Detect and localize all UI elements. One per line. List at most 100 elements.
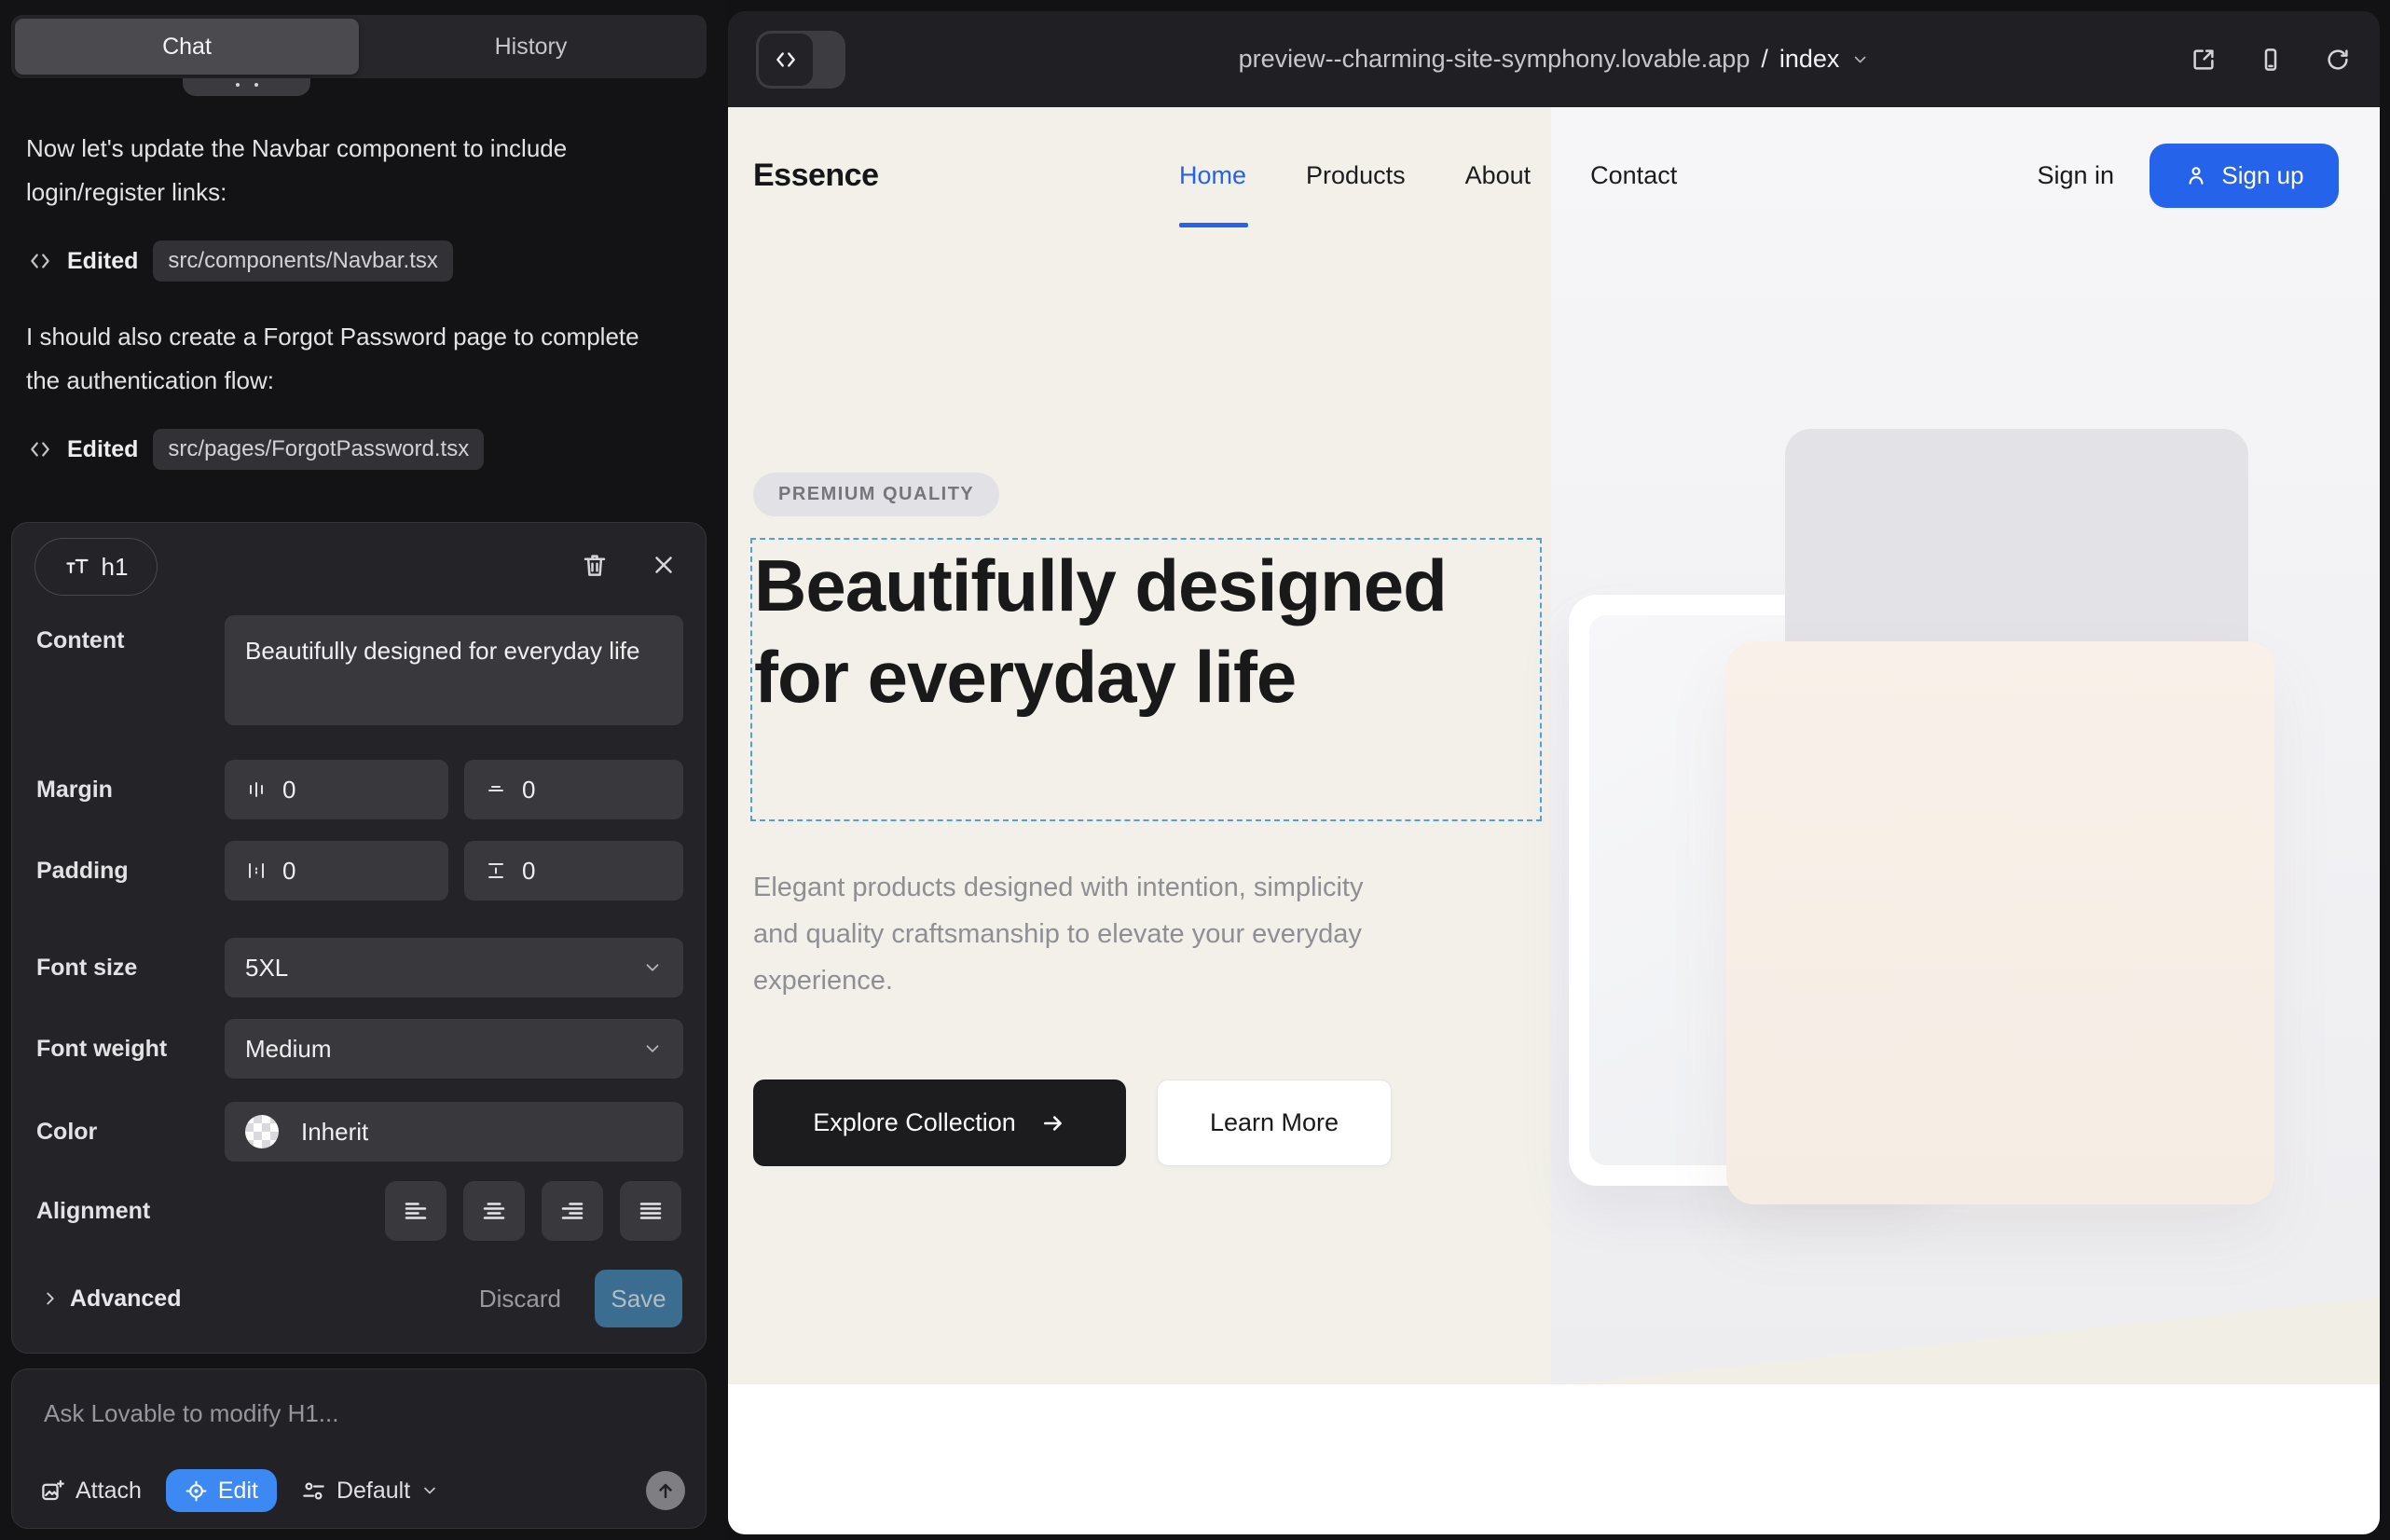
arrow-up-icon <box>654 1479 677 1502</box>
content-input[interactable]: Beautifully designed for everyday life <box>225 615 683 725</box>
align-left-icon <box>402 1197 430 1225</box>
chevron-down-icon <box>420 1481 439 1500</box>
padding-x-input[interactable]: 0 <box>225 841 448 901</box>
padding-horizontal-icon <box>245 859 268 882</box>
site-viewport: Essence Home Products About Contact Sign… <box>728 107 2380 1534</box>
advanced-toggle[interactable]: Advanced <box>40 1286 181 1313</box>
arrow-right-icon <box>1040 1110 1066 1136</box>
hero-description: Elegant products designed with intention… <box>753 864 1406 1004</box>
delete-element-button[interactable] <box>579 549 611 581</box>
assistant-message: Now let's update the Navbar component to… <box>26 127 679 214</box>
code-view-segment[interactable] <box>759 34 813 86</box>
mode-label: Default <box>337 1478 410 1505</box>
url-page-select[interactable]: index <box>1779 45 1840 74</box>
panel-tabs: Chat History <box>11 15 707 78</box>
element-style-editor: h1 Content Beautifully designed for ever… <box>11 522 707 1354</box>
code-icon <box>28 249 52 273</box>
url-domain: preview--charming-site-symphony.lovable.… <box>1239 45 1751 74</box>
alignment-options <box>385 1181 681 1241</box>
padding-y-value: 0 <box>522 857 535 886</box>
attach-button[interactable]: Attach <box>40 1478 142 1505</box>
url-bar[interactable]: preview--charming-site-symphony.lovable.… <box>1239 11 1870 107</box>
composer-toolbar: Attach Edit Default <box>40 1468 685 1513</box>
chevron-down-icon <box>642 1038 663 1059</box>
attach-label: Attach <box>76 1478 142 1505</box>
edited-file-chip[interactable]: src/components/Navbar.tsx <box>153 241 452 282</box>
chevron-down-icon <box>642 957 663 978</box>
learn-more-button[interactable]: Learn More <box>1157 1079 1392 1166</box>
selected-h1-outline[interactable]: Beautifully designed for everyday life <box>750 538 1542 821</box>
hero-heading[interactable]: Beautifully designed for everyday life <box>754 540 1453 722</box>
chevron-right-icon <box>40 1288 61 1309</box>
padding-vertical-icon <box>485 859 507 882</box>
align-justify-button[interactable] <box>620 1181 681 1241</box>
align-left-button[interactable] <box>385 1181 446 1241</box>
align-center-button[interactable] <box>463 1181 525 1241</box>
person-icon <box>2184 163 2208 187</box>
font-weight-select[interactable]: Medium <box>225 1019 683 1079</box>
margin-y-value: 0 <box>522 776 535 804</box>
type-icon <box>64 554 90 580</box>
tab-history[interactable]: History <box>359 19 703 75</box>
composer-input[interactable]: Ask Lovable to modify H1... <box>44 1399 338 1428</box>
nav-link-home[interactable]: Home <box>1179 161 1246 190</box>
chevron-down-icon <box>1850 50 1869 69</box>
align-right-button[interactable] <box>542 1181 603 1241</box>
trash-icon <box>581 551 609 579</box>
decor-card-cream <box>1726 641 2274 1204</box>
font-size-value: 5XL <box>245 954 288 983</box>
selected-element-badge: h1 <box>34 538 158 596</box>
attach-image-icon <box>40 1478 65 1504</box>
content-label: Content <box>36 627 124 654</box>
preview-browser-window: preview--charming-site-symphony.lovable.… <box>728 11 2380 1534</box>
browser-actions <box>2190 46 2352 74</box>
edited-file-chip[interactable]: src/pages/ForgotPassword.tsx <box>153 429 484 470</box>
nav-link-about[interactable]: About <box>1465 161 1532 190</box>
padding-y-input[interactable]: 0 <box>464 841 683 901</box>
font-weight-label: Font weight <box>36 1036 167 1063</box>
margin-x-input[interactable]: 0 <box>225 760 448 819</box>
font-size-select[interactable]: 5XL <box>225 938 683 997</box>
browser-chrome: preview--charming-site-symphony.lovable.… <box>728 11 2380 107</box>
sign-up-label: Sign up <box>2221 161 2303 190</box>
color-swatch-transparent <box>245 1115 279 1148</box>
edited-file-row: Edited src/pages/ForgotPassword.tsx <box>28 429 484 470</box>
sign-up-button[interactable]: Sign up <box>2150 144 2339 208</box>
assistant-message: I should also create a Forgot Password p… <box>26 315 679 403</box>
close-editor-button[interactable] <box>648 549 680 581</box>
padding-label: Padding <box>36 858 129 885</box>
chat-composer[interactable]: Ask Lovable to modify H1... Attach Edit … <box>11 1368 707 1529</box>
open-in-new-tab-icon[interactable] <box>2190 46 2218 74</box>
nav-auth: Sign in Sign up <box>2037 144 2339 208</box>
edited-label: Edited <box>67 248 138 275</box>
discard-button[interactable]: Discard <box>479 1285 561 1313</box>
sign-in-link[interactable]: Sign in <box>2037 161 2114 190</box>
lovable-chat-panel: Chat History Now let's update the Navbar… <box>0 0 727 1540</box>
code-preview-toggle[interactable] <box>756 31 845 89</box>
hero-cta-row: Explore Collection Learn More <box>753 1079 1392 1166</box>
edit-mode-button[interactable]: Edit <box>166 1469 277 1512</box>
save-button[interactable]: Save <box>595 1270 682 1327</box>
explore-collection-label: Explore Collection <box>813 1108 1016 1137</box>
margin-y-input[interactable]: 0 <box>464 760 683 819</box>
url-separator: / <box>1761 45 1768 74</box>
mobile-preview-icon[interactable] <box>2257 46 2285 74</box>
margin-label: Margin <box>36 777 113 804</box>
nav-link-products[interactable]: Products <box>1306 161 1406 190</box>
code-icon <box>28 437 52 461</box>
site-logo[interactable]: Essence <box>753 158 879 194</box>
model-mode-select[interactable]: Default <box>301 1478 439 1505</box>
padding-x-value: 0 <box>282 857 295 886</box>
edited-file-row: Edited src/components/Navbar.tsx <box>28 241 453 282</box>
margin-horizontal-icon <box>245 778 268 801</box>
tab-chat[interactable]: Chat <box>15 19 359 75</box>
code-icon <box>774 48 798 72</box>
send-button[interactable] <box>646 1471 685 1510</box>
crosshair-icon <box>185 1479 208 1503</box>
nav-link-contact[interactable]: Contact <box>1590 161 1677 190</box>
edited-label: Edited <box>67 436 138 463</box>
selected-element-tag: h1 <box>102 553 129 582</box>
refresh-icon[interactable] <box>2324 46 2352 74</box>
color-select[interactable]: Inherit <box>225 1102 683 1162</box>
explore-collection-button[interactable]: Explore Collection <box>753 1079 1126 1166</box>
